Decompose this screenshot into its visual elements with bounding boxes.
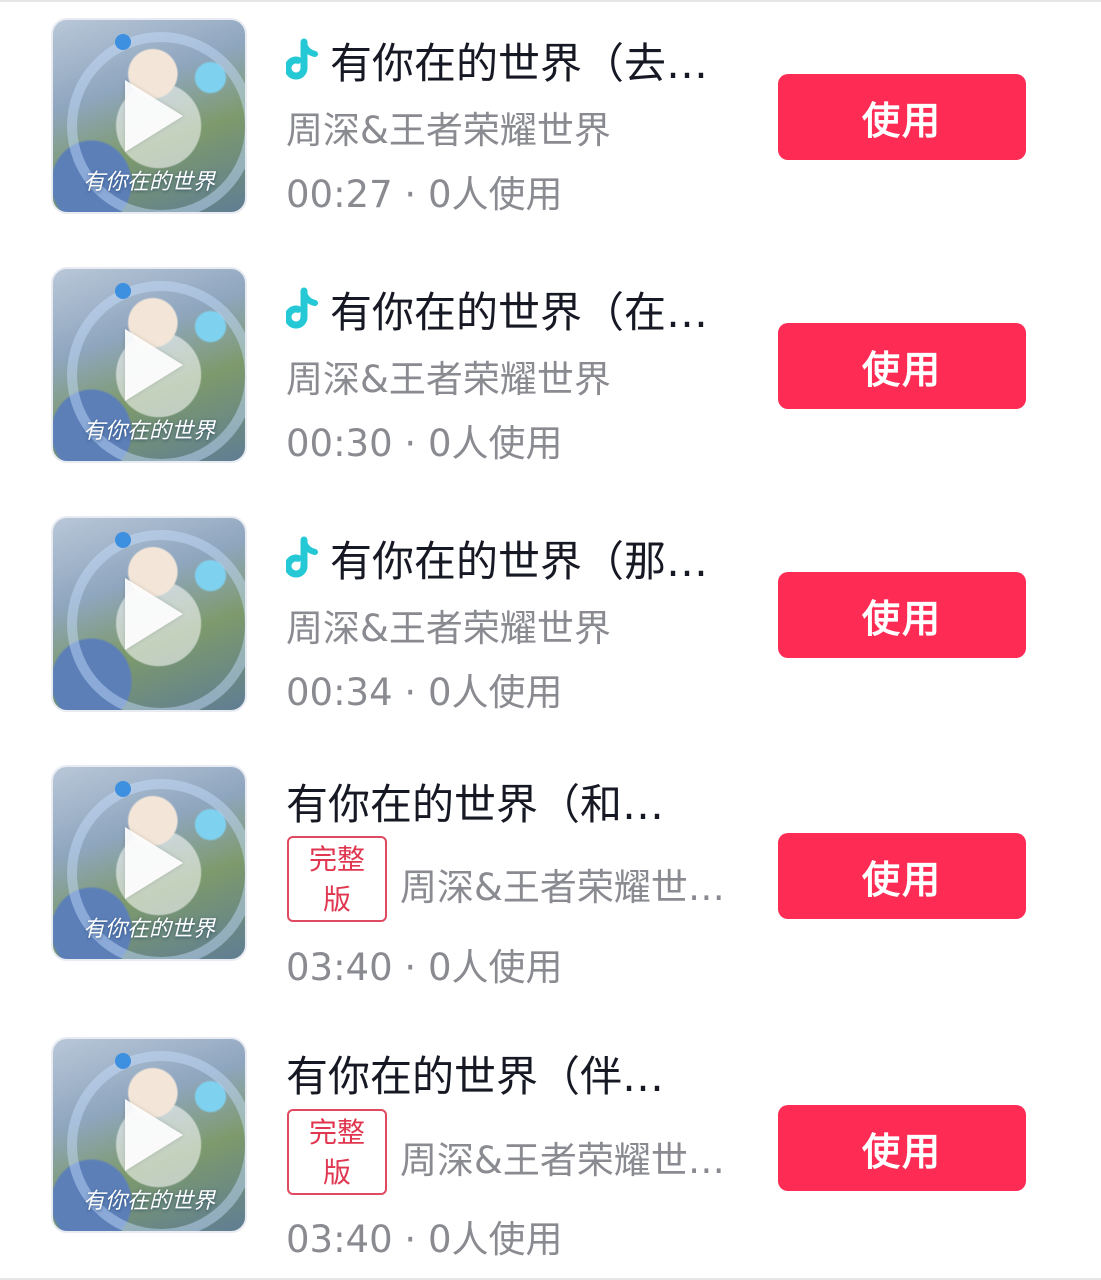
full-version-badge-line1: 完整 <box>308 843 365 876</box>
song-meta: 00:30 · 0人使用 <box>286 413 562 467</box>
song-usage-count: 0人使用 <box>427 422 563 465</box>
cover-title: 有你在的世界 <box>82 170 215 195</box>
meta-separator: · <box>392 1218 428 1261</box>
cover-thumbnail[interactable]: 有你在的世界 <box>51 765 247 961</box>
song-usage-count: 0人使用 <box>427 1218 563 1261</box>
cover-thumbnail[interactable]: 有你在的世界 <box>51 18 247 214</box>
list-item[interactable]: 有你在的世界 有你在的世界（伴… 完整 版 周深&王者荣耀世… 03:40 · … <box>0 1019 1101 1280</box>
list-item[interactable]: 有你在的世界 有你在的世界（和… 完整 版 周深&王者荣耀世… 03:40 · … <box>0 747 1101 1019</box>
song-title-row: 有你在的世界（和… <box>286 771 664 832</box>
song-title-row: 有你在的世界（在… <box>286 279 708 340</box>
douyin-note-icon <box>286 287 318 328</box>
play-icon[interactable] <box>125 578 183 650</box>
song-duration: 00:34 <box>286 671 393 714</box>
song-title: 有你在的世界（那… <box>330 537 709 586</box>
song-artist: 周深&王者荣耀世界 <box>286 607 611 650</box>
song-duration: 00:27 <box>286 173 393 216</box>
song-title: 有你在的世界（去… <box>330 39 709 88</box>
song-meta: 03:40 · 0人使用 <box>286 937 562 991</box>
cover-thumbnail[interactable] <box>51 516 247 712</box>
cover-logo-icon <box>115 1053 131 1069</box>
song-title-row: 有你在的世界（伴… <box>286 1043 664 1104</box>
song-artist: 周深&王者荣耀世界 <box>286 109 611 152</box>
song-artist: 周深&王者荣耀世… <box>400 1139 725 1182</box>
list-item[interactable]: 有你在的世界（那… 周深&王者荣耀世界 00:34 · 0人使用 使用 <box>0 498 1101 747</box>
song-usage-count: 0人使用 <box>427 173 563 216</box>
cover-logo-icon <box>115 34 131 50</box>
cover-logo-icon <box>115 283 131 299</box>
song-meta: 00:34 · 0人使用 <box>286 662 562 716</box>
full-version-badge-line2: 版 <box>322 883 351 916</box>
cover-title: 有你在的世界 <box>82 419 215 444</box>
meta-separator: · <box>392 671 428 714</box>
use-button[interactable]: 使用 <box>778 833 1026 919</box>
cover-logo-icon <box>115 532 131 548</box>
song-title: 有你在的世界（和… <box>286 780 665 829</box>
song-meta: 00:27 · 0人使用 <box>286 164 562 218</box>
use-button[interactable]: 使用 <box>778 572 1026 658</box>
full-version-badge-line2: 版 <box>322 1156 351 1189</box>
song-duration: 03:40 <box>286 946 393 989</box>
full-version-badge-line1: 完整 <box>308 1116 365 1149</box>
song-artist: 周深&王者荣耀世… <box>400 866 725 909</box>
list-item[interactable]: 有你在的世界 有你在的世界（在… 周深&王者荣耀世界 00:30 · 0人使用 … <box>0 249 1101 498</box>
use-button[interactable]: 使用 <box>778 74 1026 160</box>
play-icon[interactable] <box>125 827 183 899</box>
cover-title: 有你在的世界 <box>82 1189 215 1214</box>
use-button[interactable]: 使用 <box>778 323 1026 409</box>
song-usage-count: 0人使用 <box>427 946 563 989</box>
cover-thumbnail[interactable]: 有你在的世界 <box>51 267 247 463</box>
douyin-note-icon <box>286 536 318 577</box>
song-title-row: 有你在的世界（那… <box>286 528 708 589</box>
meta-separator: · <box>392 946 428 989</box>
douyin-note-icon <box>286 38 318 79</box>
song-title-row: 有你在的世界（去… <box>286 30 708 91</box>
meta-separator: · <box>392 173 428 216</box>
song-artist: 周深&王者荣耀世界 <box>286 358 611 401</box>
cover-logo-icon <box>115 781 131 797</box>
song-title: 有你在的世界（在… <box>330 288 709 337</box>
song-usage-count: 0人使用 <box>427 671 563 714</box>
list-item[interactable]: 有你在的世界 有你在的世界（去… 周深&王者荣耀世界 00:27 · 0人使用 … <box>0 0 1101 249</box>
cover-title: 有你在的世界 <box>82 917 215 942</box>
play-icon[interactable] <box>125 329 183 401</box>
song-meta: 03:40 · 0人使用 <box>286 1209 562 1263</box>
full-version-badge: 完整 版 <box>287 1109 387 1195</box>
meta-separator: · <box>392 422 428 465</box>
full-version-badge: 完整 版 <box>287 836 387 922</box>
song-title: 有你在的世界（伴… <box>286 1052 665 1101</box>
song-duration: 00:30 <box>286 422 393 465</box>
song-duration: 03:40 <box>286 1218 393 1261</box>
cover-thumbnail[interactable]: 有你在的世界 <box>51 1037 247 1233</box>
play-icon[interactable] <box>125 1099 183 1171</box>
play-icon[interactable] <box>125 80 183 152</box>
use-button[interactable]: 使用 <box>778 1105 1026 1191</box>
